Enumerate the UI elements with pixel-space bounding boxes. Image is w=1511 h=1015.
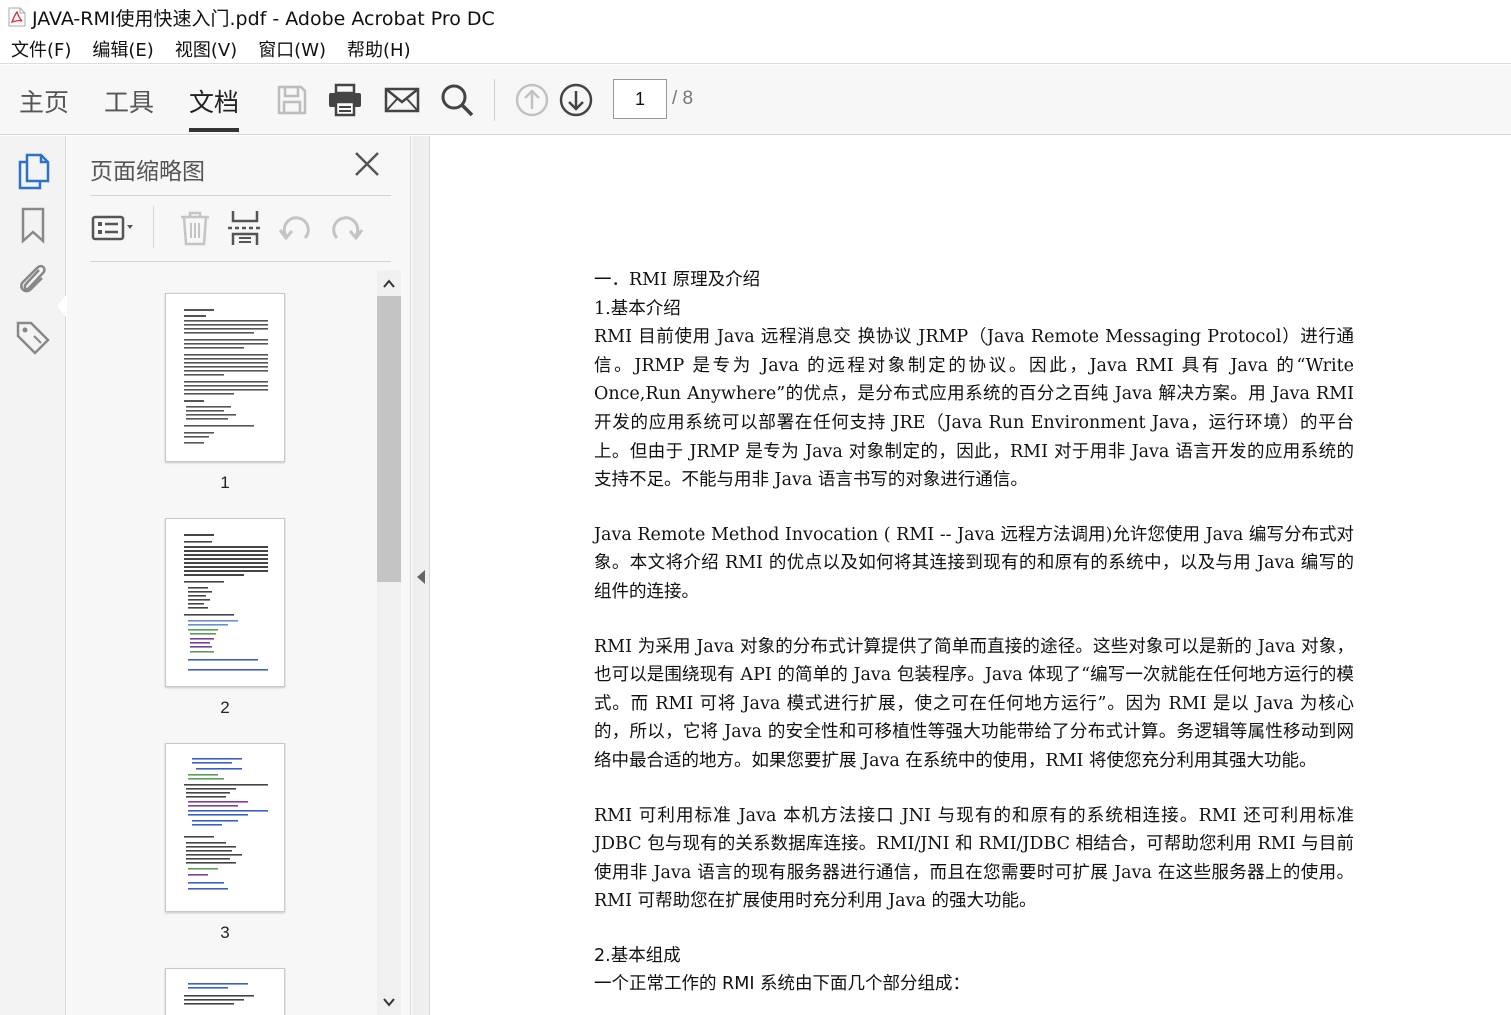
panel-tool-separator	[153, 206, 154, 248]
thumbnail-page-number: 2	[220, 698, 230, 717]
page-thumbnails-icon[interactable]	[15, 152, 51, 190]
panel-title: 页面缩略图	[90, 159, 205, 185]
document-page: 一．RMI 原理及介绍 1.基本介绍 RMI 目前使用 Java 远程消息交 换…	[594, 266, 1354, 999]
search-icon[interactable]	[439, 82, 475, 118]
page-thumbnail-preview	[184, 309, 268, 444]
menu-edit[interactable]: 编辑(E)	[92, 36, 153, 62]
thumbnail-page-number: 3	[220, 923, 230, 942]
doc-heading: 一．RMI 原理及介绍	[594, 270, 761, 290]
tab-document[interactable]: 文档	[189, 83, 239, 119]
page-thumbnail-preview	[184, 758, 268, 890]
collapse-panel-icon[interactable]	[417, 570, 425, 584]
menu-view[interactable]: 视图(V)	[175, 36, 237, 62]
tab-home[interactable]: 主页	[19, 83, 69, 119]
doc-paragraph: RMI 目前使用 Java 远程消息交 换协议 JRMP（Java Remote…	[594, 327, 1354, 491]
scroll-down-icon[interactable]	[382, 996, 396, 1008]
page-total: / 8	[672, 88, 694, 109]
page-up-icon[interactable]	[514, 82, 550, 118]
panel-divider	[90, 261, 391, 262]
active-tab-indicator	[189, 128, 239, 132]
panel-pointer	[57, 294, 67, 318]
doc-heading: 1.基本介绍	[594, 298, 681, 319]
menu-file[interactable]: 文件(F)	[11, 36, 71, 62]
page-thumbnail-preview	[184, 983, 254, 1005]
page-thumbnail[interactable]	[165, 968, 285, 1015]
thumbnail-scrollbar[interactable]	[377, 270, 401, 1015]
email-icon[interactable]	[384, 82, 420, 118]
tab-tools[interactable]: 工具	[104, 83, 154, 119]
rotate-left-icon[interactable]	[275, 208, 315, 248]
title-bar: JAVA-RMI使用快速入门.pdf - Adobe Acrobat Pro D…	[0, 0, 1511, 34]
tag-icon[interactable]	[15, 318, 51, 356]
pdf-file-icon	[8, 7, 26, 27]
thumbnail-page-number: 1	[220, 473, 230, 492]
document-view[interactable]: 一．RMI 原理及介绍 1.基本介绍 RMI 目前使用 Java 远程消息交 换…	[431, 136, 1511, 1015]
doc-paragraph: RMI 可利用标准 Java 本机方法接口 JNI 与现有的和原有的系统相连接。…	[594, 805, 1354, 912]
doc-paragraph: 一个正常工作的 RMI 系统由下面几个部分组成：	[594, 974, 971, 995]
page-thumbnail[interactable]	[165, 518, 285, 687]
rotate-right-icon[interactable]	[327, 208, 367, 248]
page-thumbnail-preview	[184, 534, 268, 671]
print-icon[interactable]	[327, 82, 363, 118]
doc-heading: 2.基本组成	[594, 945, 681, 966]
page-thumbnail[interactable]	[165, 293, 285, 462]
doc-paragraph: RMI 为采用 Java 对象的分布式计算提供了简单而直接的途径。这些对象可以是…	[594, 636, 1354, 771]
panel-divider	[90, 195, 391, 196]
close-icon[interactable]	[351, 148, 383, 180]
window-title: JAVA-RMI使用快速入门.pdf - Adobe Acrobat Pro D…	[32, 7, 495, 30]
thumbnail-options-icon[interactable]	[91, 208, 139, 248]
extract-page-icon[interactable]	[225, 208, 265, 248]
page-number-input[interactable]: 1	[613, 79, 667, 119]
panel-splitter[interactable]	[412, 136, 430, 1015]
navigation-rail	[0, 136, 67, 1015]
menu-bar: 文件(F) 编辑(E) 视图(V) 窗口(W) 帮助(H)	[0, 34, 1511, 64]
menu-help[interactable]: 帮助(H)	[347, 36, 411, 62]
thumbnail-panel: 页面缩略图 1 2 3	[67, 136, 411, 1015]
save-icon[interactable]	[274, 82, 310, 118]
main-toolbar: 主页 工具 文档 1 / 8	[0, 65, 1511, 135]
page-down-icon[interactable]	[558, 82, 594, 118]
menu-window[interactable]: 窗口(W)	[258, 36, 326, 62]
scroll-up-icon[interactable]	[382, 278, 396, 290]
bookmark-icon[interactable]	[15, 206, 51, 244]
page-thumbnail[interactable]	[165, 743, 285, 912]
scrollbar-thumb[interactable]	[377, 296, 401, 582]
doc-paragraph: Java Remote Method Invocation ( RMI -- J…	[594, 524, 1354, 602]
attachment-icon[interactable]	[15, 260, 51, 298]
delete-page-icon[interactable]	[175, 208, 215, 248]
toolbar-separator	[494, 79, 495, 121]
